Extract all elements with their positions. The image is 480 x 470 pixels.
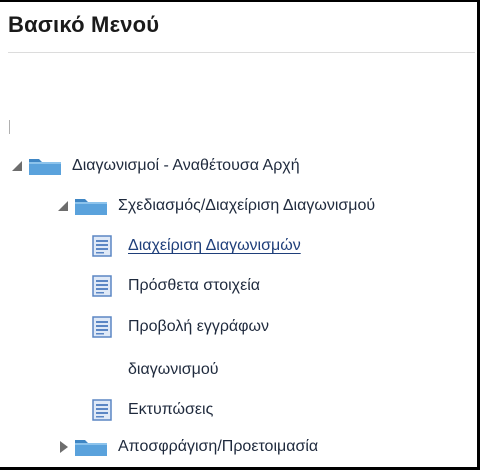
tree-node-label: Σχεδιασμός/Διαχείριση Διαγωνισμού bbox=[118, 197, 376, 214]
tree-leaf-printouts[interactable]: Εκτυπώσεις bbox=[92, 396, 213, 424]
tree-leaf-label[interactable]: Εκτυπώσεις bbox=[128, 401, 213, 419]
tree-leaf-label[interactable]: Πρόσθετα στοιχεία bbox=[128, 277, 260, 295]
document-icon bbox=[92, 235, 112, 257]
folder-icon bbox=[29, 159, 61, 175]
tree-leaf-manage-tenders[interactable]: Διαχείριση Διαγωνισμών bbox=[92, 232, 301, 260]
tree-leaf-link[interactable]: Διαχείριση Διαγωνισμών bbox=[128, 237, 301, 255]
panel-title: Βασικό Μενού bbox=[8, 12, 160, 37]
document-icon bbox=[92, 316, 112, 338]
folder-icon bbox=[75, 199, 107, 215]
tree-node-tenders-contracting-authority[interactable]: Διαγωνισμοί - Αναθέτουσα Αρχή bbox=[12, 152, 300, 180]
tree-node-unsealing-preparation[interactable]: Αποσφράγιση/Προετοιμασία bbox=[58, 433, 318, 461]
tree-node-label: Διαγωνισμοί - Αναθέτουσα Αρχή bbox=[72, 157, 300, 174]
tree-leaf-label[interactable]: Προβολή εγγράφων bbox=[128, 318, 269, 336]
main-menu-panel: Βασικό Μενού Διαγωνισμοί - Αναθέτουσα Αρ… bbox=[0, 0, 480, 470]
focus-caret bbox=[9, 120, 10, 134]
expand-triangle-icon[interactable] bbox=[12, 161, 22, 171]
document-icon bbox=[92, 399, 112, 421]
tree-node-label: Αποσφράγιση/Προετοιμασία bbox=[118, 438, 319, 455]
title-divider bbox=[8, 52, 475, 53]
tree-leaf-additional-details[interactable]: Πρόσθετα στοιχεία bbox=[92, 272, 260, 300]
folder-icon bbox=[75, 440, 107, 456]
collapse-triangle-icon[interactable] bbox=[60, 441, 68, 453]
tree-node-planning-management[interactable]: Σχεδιασμός/Διαχείριση Διαγωνισμού bbox=[58, 192, 375, 220]
tree-leaf-label[interactable]: διαγωνισμού bbox=[128, 361, 219, 379]
tree-leaf-view-tender-documents[interactable]: Προβολή εγγράφων bbox=[92, 313, 269, 341]
expand-triangle-icon[interactable] bbox=[58, 201, 68, 211]
tree-leaf-label-continuation[interactable]: διαγωνισμού bbox=[128, 356, 219, 384]
document-icon bbox=[92, 275, 112, 297]
